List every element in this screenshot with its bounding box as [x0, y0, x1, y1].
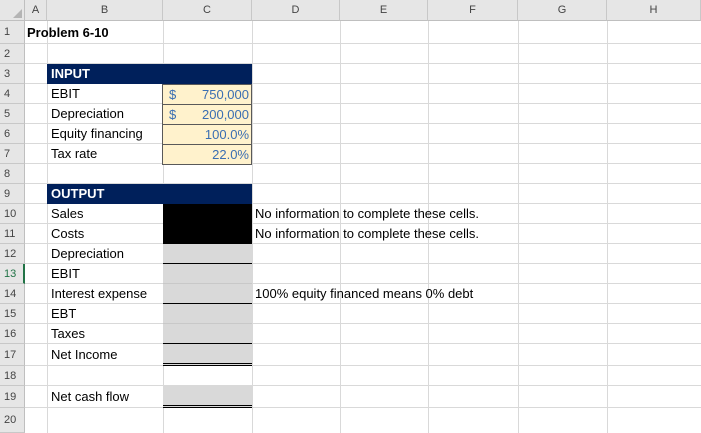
- output-net-income-label[interactable]: Net Income: [47, 344, 163, 366]
- output-ebit-cell[interactable]: [163, 264, 252, 284]
- input-ebit-currency: $: [169, 87, 177, 102]
- column-header-a[interactable]: A: [25, 0, 47, 21]
- input-ebit-value[interactable]: $ 750,000: [162, 84, 252, 105]
- row-header-18[interactable]: 18: [0, 366, 25, 386]
- row-header-4[interactable]: 4: [0, 84, 25, 104]
- output-taxes-label[interactable]: Taxes: [47, 324, 163, 344]
- output-net-cash-flow-cell[interactable]: [163, 386, 252, 408]
- output-sales-label[interactable]: Sales: [47, 204, 163, 224]
- row-header-6[interactable]: 6: [0, 124, 25, 144]
- input-depreciation-amount: 200,000: [202, 107, 249, 122]
- row-header-1[interactable]: 1: [0, 21, 25, 44]
- row-header-3[interactable]: 3: [0, 64, 25, 84]
- row-header-12[interactable]: 12: [0, 244, 25, 264]
- spreadsheet-grid[interactable]: A B C D E F G H 1 2 3 4 5 6 7 8 9 10 11 …: [0, 0, 701, 433]
- output-costs-label[interactable]: Costs: [47, 224, 163, 244]
- row-header-9[interactable]: 9: [0, 184, 25, 204]
- interest-note[interactable]: 100% equity financed means 0% debt: [253, 284, 553, 304]
- row-header-20[interactable]: 20: [0, 408, 25, 433]
- column-header-h[interactable]: H: [607, 0, 701, 21]
- output-ebt-label[interactable]: EBT: [47, 304, 163, 324]
- row-header-14[interactable]: 14: [0, 284, 25, 304]
- costs-note[interactable]: No information to complete these cells.: [253, 224, 553, 244]
- input-ebit-amount: 750,000: [202, 87, 249, 102]
- output-depreciation-label[interactable]: Depreciation: [47, 244, 163, 264]
- output-sales-cell[interactable]: [163, 204, 252, 224]
- row-header-19[interactable]: 19: [0, 386, 25, 408]
- input-ebit-label[interactable]: EBIT: [47, 84, 163, 104]
- select-all-triangle-icon: [13, 9, 22, 18]
- row-header-11[interactable]: 11: [0, 224, 25, 244]
- output-ebt-cell[interactable]: [163, 304, 252, 324]
- input-equity-financing-label[interactable]: Equity financing: [47, 124, 163, 144]
- column-header-g[interactable]: G: [518, 0, 607, 21]
- output-net-income-cell[interactable]: [163, 344, 252, 366]
- column-header-c[interactable]: C: [163, 0, 252, 21]
- output-costs-cell[interactable]: [163, 224, 252, 244]
- row-header-7[interactable]: 7: [0, 144, 25, 164]
- row-header-16[interactable]: 16: [0, 324, 25, 344]
- column-header-d[interactable]: D: [252, 0, 340, 21]
- row-header-15[interactable]: 15: [0, 304, 25, 324]
- output-section-header[interactable]: OUTPUT: [47, 184, 252, 204]
- input-depreciation-label[interactable]: Depreciation: [47, 104, 163, 124]
- input-depreciation-value[interactable]: $ 200,000: [162, 104, 252, 125]
- input-depreciation-currency: $: [169, 107, 177, 122]
- row-header-17[interactable]: 17: [0, 344, 25, 366]
- input-equity-financing-value[interactable]: 100.0%: [162, 124, 252, 145]
- row-header-5[interactable]: 5: [0, 104, 25, 124]
- select-all-corner[interactable]: [0, 0, 25, 21]
- column-header-e[interactable]: E: [340, 0, 428, 21]
- output-taxes-cell[interactable]: [163, 324, 252, 344]
- output-ebit-label[interactable]: EBIT: [47, 264, 163, 284]
- problem-title[interactable]: Problem 6-10: [25, 21, 165, 44]
- output-depreciation-cell[interactable]: [163, 244, 252, 264]
- row-header-10[interactable]: 10: [0, 204, 25, 224]
- input-tax-rate-value[interactable]: 22.0%: [162, 144, 252, 165]
- row-header-8[interactable]: 8: [0, 164, 25, 184]
- row-header-13[interactable]: 13: [0, 264, 25, 284]
- column-header-f[interactable]: F: [428, 0, 518, 21]
- output-interest-expense-cell[interactable]: [163, 284, 252, 304]
- input-tax-rate-label[interactable]: Tax rate: [47, 144, 163, 164]
- sales-note[interactable]: No information to complete these cells.: [253, 204, 553, 224]
- output-interest-expense-label[interactable]: Interest expense: [47, 284, 163, 304]
- input-section-header[interactable]: INPUT: [47, 64, 252, 84]
- output-net-cash-flow-label[interactable]: Net cash flow: [47, 386, 163, 408]
- column-header-b[interactable]: B: [47, 0, 163, 21]
- row-header-2[interactable]: 2: [0, 44, 25, 64]
